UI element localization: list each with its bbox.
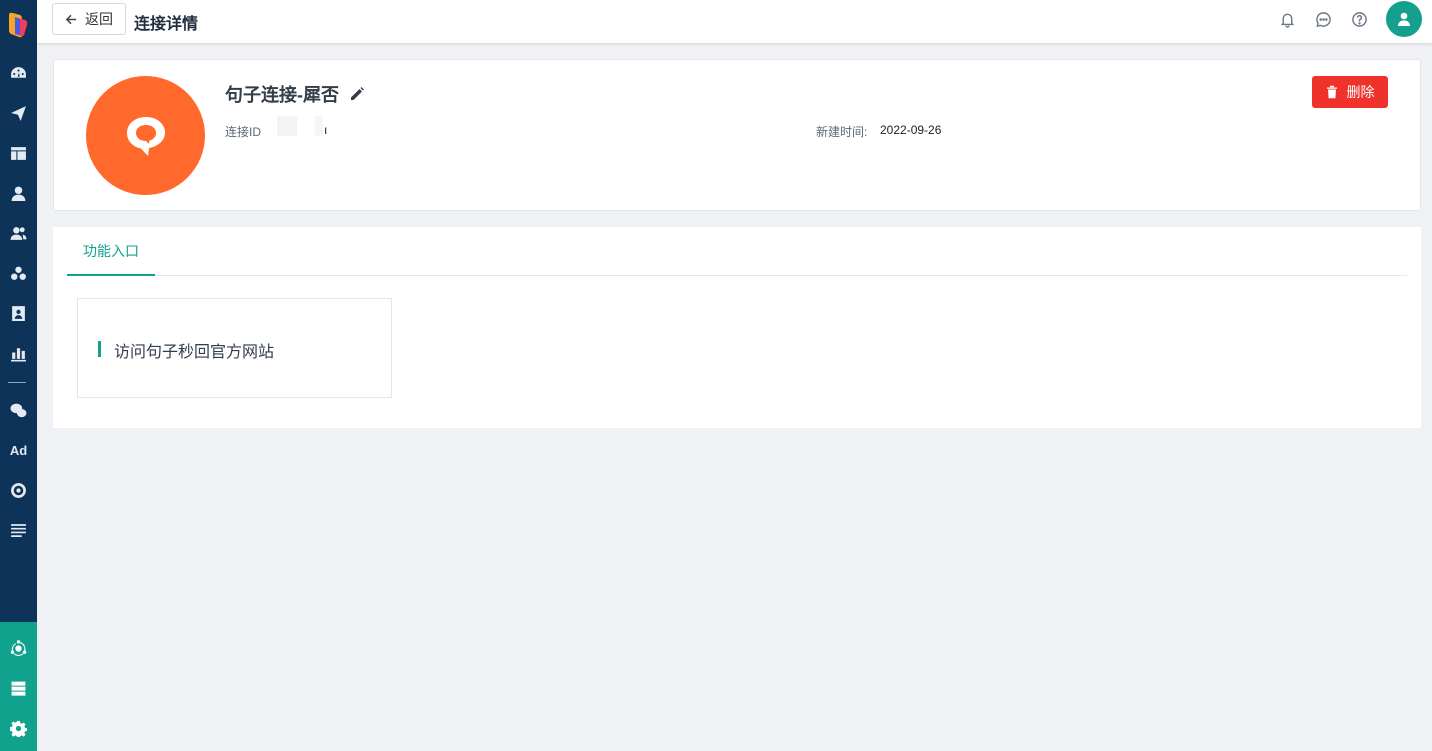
- delete-button[interactable]: 删除: [1312, 76, 1388, 108]
- settings-icon[interactable]: [0, 708, 37, 748]
- sidebar-bottom-section: [0, 622, 37, 751]
- ad-icon[interactable]: Ad: [0, 430, 37, 470]
- server-icon[interactable]: [0, 668, 37, 708]
- delete-button-label: 删除: [1346, 84, 1375, 100]
- arrow-left-icon: [65, 14, 77, 24]
- connection-id-value: ı: [324, 123, 328, 137]
- cluster-icon[interactable]: [0, 253, 37, 293]
- connection-id-redacted: [277, 116, 297, 136]
- connection-info-card: 句子连接-犀否 连接ID ı 新建时间: 2022-09-26 删除: [53, 59, 1421, 211]
- entry-card-official-site[interactable]: 访问句子秒回官方网站: [77, 298, 392, 398]
- wechat-icon[interactable]: [0, 390, 37, 430]
- connection-name-row: 句子连接-犀否: [225, 81, 365, 107]
- bell-icon[interactable]: [1277, 9, 1297, 29]
- created-time-label: 新建时间:: [816, 125, 868, 139]
- connection-id-label: 连接ID: [225, 125, 262, 139]
- circle-icon[interactable]: [0, 470, 37, 510]
- tab-feature-entry[interactable]: 功能入口: [67, 227, 155, 276]
- user-avatar-icon: [1398, 12, 1410, 26]
- help-icon[interactable]: [1349, 9, 1369, 29]
- back-button[interactable]: 返回: [52, 3, 126, 35]
- trash-icon: [1326, 85, 1337, 99]
- tab-bar: 功能入口: [67, 227, 1407, 276]
- sidebar: Ad: [0, 0, 37, 751]
- list-icon[interactable]: [0, 510, 37, 550]
- connection-name: 句子连接-犀否: [225, 85, 339, 105]
- edit-pencil-icon[interactable]: [349, 86, 365, 102]
- ad-label: Ad: [9, 442, 28, 458]
- created-time-value: 2022-09-26: [880, 123, 942, 137]
- top-bar: 返回 连接详情: [37, 0, 1432, 43]
- users-icon[interactable]: [0, 213, 37, 253]
- chat-bubble-logo-icon: [126, 116, 165, 156]
- dashboard-icon[interactable]: [0, 53, 37, 93]
- connection-logo: [86, 76, 205, 195]
- send-icon[interactable]: [0, 93, 37, 133]
- entry-card-label: 访问句子秒回官方网站: [114, 344, 275, 361]
- sidebar-divider: [8, 382, 26, 383]
- bar-chart-icon[interactable]: [0, 333, 37, 373]
- feature-tabs-card: 功能入口 访问句子秒回官方网站: [53, 227, 1421, 428]
- user-avatar[interactable]: [1386, 1, 1422, 37]
- contact-card-icon[interactable]: [0, 293, 37, 333]
- message-icon[interactable]: [1313, 9, 1333, 29]
- connection-id-redacted-tail: [315, 116, 323, 136]
- integration-icon[interactable]: [0, 628, 37, 668]
- back-button-label: 返回: [85, 11, 113, 27]
- app-logo[interactable]: [7, 11, 29, 39]
- user-icon[interactable]: [0, 173, 37, 213]
- entry-accent-bar: [98, 341, 101, 357]
- page-title: 连接详情: [134, 16, 199, 33]
- layout-icon[interactable]: [0, 133, 37, 173]
